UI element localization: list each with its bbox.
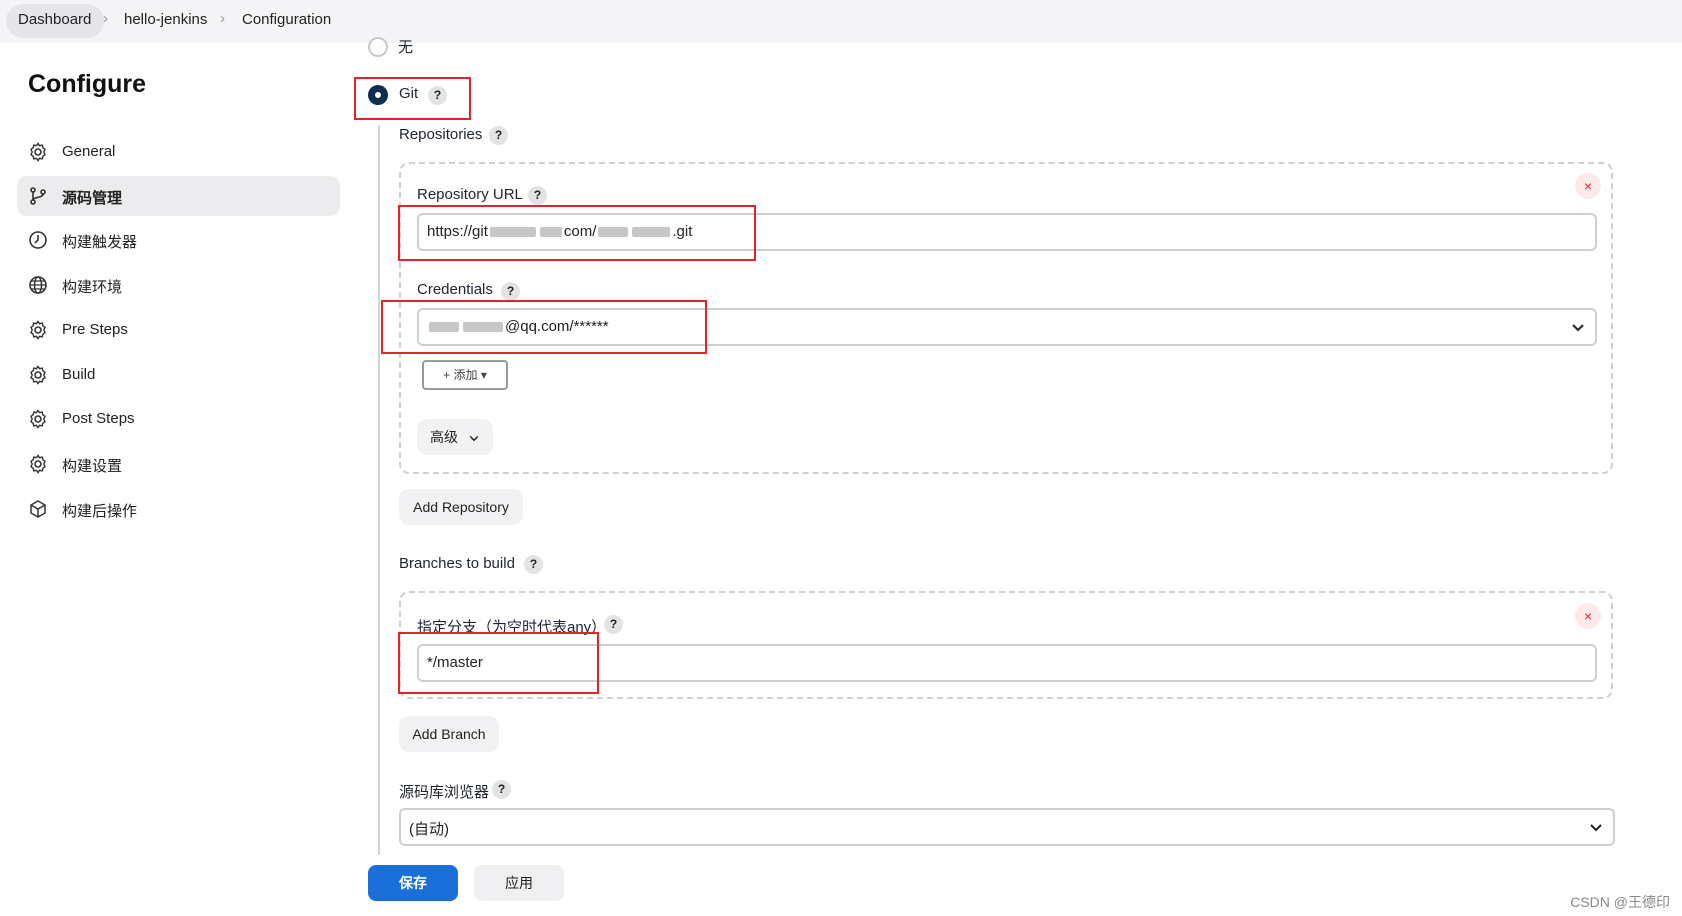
chevron-down-icon [1590,824,1602,832]
gear-icon [30,320,46,340]
branch-icon [30,187,46,205]
help-icon[interactable]: ? [489,126,508,145]
sidebar-item-label: 源码管理 [62,190,123,207]
repo-browser-select[interactable]: (自动) [399,808,1615,846]
sidebar-item-build-settings[interactable]: 构建设置 [17,444,340,484]
apply-button[interactable]: 应用 [474,865,564,901]
scm-git-label: Git [399,85,419,102]
sidebar-item-post-build[interactable]: 构建后操作 [17,489,340,529]
add-repository-button[interactable]: Add Repository [399,489,523,525]
cube-icon [30,500,46,518]
breadcrumb-dashboard[interactable]: Dashboard [18,11,91,28]
breadcrumb-configuration[interactable]: Configuration [242,11,331,28]
sidebar-item-label: 构建环境 [62,279,123,296]
repo-url-label: Repository URL [417,186,523,203]
credentials-label: Credentials [417,281,493,298]
chevron-down-icon [469,436,479,442]
scm-none-label: 无 [398,39,414,56]
help-icon[interactable]: ? [604,615,623,634]
gear-icon [30,142,46,162]
sidebar-item-label: 构建设置 [62,458,123,475]
clock-icon [29,231,47,249]
sidebar-item-label: General [62,143,116,160]
globe-icon [29,276,47,294]
scm-none-radio[interactable] [368,37,388,57]
repo-browser-label: 源码库浏览器 [399,784,490,801]
sidebar-item-build[interactable]: Build [17,355,340,395]
repositories-label: Repositories [399,126,483,143]
highlight-repo-url [398,205,756,261]
sidebar-item-label: 构建触发器 [62,234,138,251]
gear-icon [30,454,46,474]
gear-icon [30,365,46,385]
repo-browser-value: (自动) [409,821,449,838]
remove-repository-button[interactable]: × [1575,173,1601,199]
gear-icon [30,409,46,429]
scm-git-radio[interactable] [368,85,388,105]
add-branch-button[interactable]: Add Branch [399,716,499,752]
page-title: Configure [28,70,147,98]
remove-branch-button[interactable]: × [1575,603,1601,629]
advanced-label: 高级 [430,429,459,445]
sidebar-item-label: Build [62,366,96,383]
sidebar-item-label: Post Steps [62,410,135,427]
breadcrumb: Dashboard › hello-jenkins › Configuratio… [0,0,1682,43]
advanced-button[interactable]: 高级 [417,419,493,455]
add-credentials-button[interactable]: + 添加 ▾ [422,360,508,390]
sidebar-item-pre-steps[interactable]: Pre Steps [17,310,340,350]
sidebar-item-triggers[interactable]: 构建触发器 [17,220,340,260]
help-icon[interactable]: ? [492,780,511,799]
sidebar-item-general[interactable]: General [17,132,340,172]
help-icon[interactable]: ? [501,282,520,301]
section-divider [378,125,380,855]
watermark: CSDN @王德印 [1570,894,1670,910]
chevron-right-icon: › [220,10,225,27]
sidebar-item-environment[interactable]: 构建环境 [17,265,340,305]
sidebar-item-post-steps[interactable]: Post Steps [17,399,340,439]
sidebar-item-scm[interactable]: 源码管理 [17,176,340,216]
help-icon[interactable]: ? [524,555,543,574]
sidebar-item-label: 构建后操作 [62,503,138,520]
chevron-down-icon [1572,324,1584,332]
highlight-branch [398,632,599,694]
sidebar-item-label: Pre Steps [62,321,128,338]
save-button[interactable]: 保存 [368,865,458,901]
branches-label: Branches to build [399,555,515,572]
breadcrumb-hello-jenkins[interactable]: hello-jenkins [124,11,207,28]
help-icon[interactable]: ? [428,86,447,105]
help-icon[interactable]: ? [528,186,547,205]
highlight-credentials [381,300,707,354]
chevron-right-icon: › [103,10,108,27]
